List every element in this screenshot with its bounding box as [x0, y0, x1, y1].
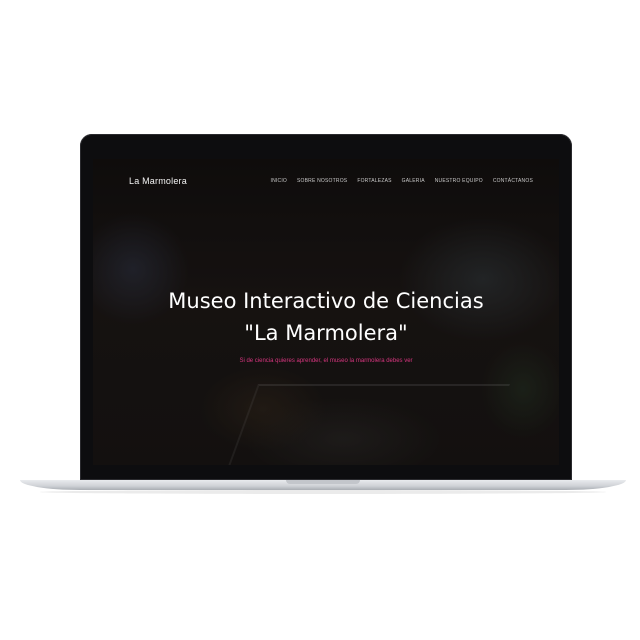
mockup-stage: La Marmolera INICIO SOBRE NOSOTROS FORTA… — [0, 0, 640, 640]
nav-item-galeria[interactable]: GALERIA — [402, 178, 425, 184]
nav-item-inicio[interactable]: INICIO — [271, 178, 287, 184]
nav-item-contactanos[interactable]: CONTÁCTANOS — [493, 178, 533, 184]
hero-subtitle: Si de ciencia quieres aprender, el museo… — [239, 358, 413, 364]
site-brand-link[interactable]: La Marmolera — [129, 176, 187, 186]
hero-title: Museo Interactivo de Ciencias "La Marmol… — [93, 285, 559, 349]
hero-title-line-1: Museo Interactivo de Ciencias — [168, 289, 484, 313]
nav-item-fortalezas[interactable]: FORTALEZAS — [357, 178, 391, 184]
nav-item-nuestro-equipo[interactable]: NUESTRO EQUIPO — [435, 178, 483, 184]
nav-item-sobre-nosotros[interactable]: SOBRE NOSOTROS — [297, 178, 347, 184]
laptop-lid: La Marmolera INICIO SOBRE NOSOTROS FORTA… — [80, 134, 572, 480]
laptop-screen: La Marmolera INICIO SOBRE NOSOTROS FORTA… — [93, 159, 559, 465]
laptop-base — [20, 480, 626, 490]
hero-title-line-2: "La Marmolera" — [244, 321, 408, 345]
top-navbar: La Marmolera INICIO SOBRE NOSOTROS FORTA… — [93, 159, 559, 203]
nav-menu: INICIO SOBRE NOSOTROS FORTALEZAS GALERIA… — [271, 178, 533, 184]
laptop-shadow — [40, 490, 606, 494]
laptop-opening-notch — [286, 480, 360, 484]
